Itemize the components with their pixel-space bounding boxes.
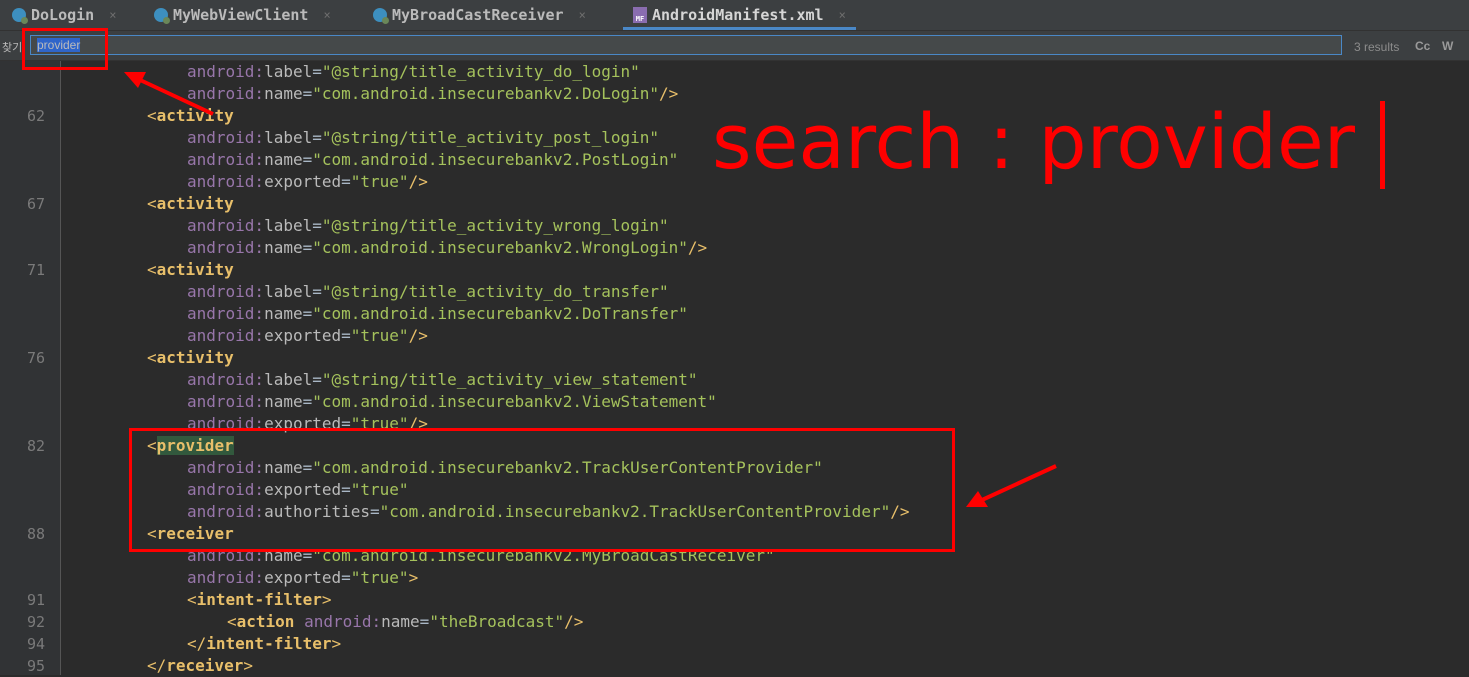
code-line: <activity xyxy=(147,260,234,279)
line-number: 88 xyxy=(26,525,45,543)
manifest-icon: MF xyxy=(633,7,647,23)
code-line: android:name="com.android.insecurebankv2… xyxy=(187,84,679,103)
line-number-gutter: 62 67 71 76 82 88 91 92 94 95 xyxy=(0,61,61,675)
editor-tab-bar: DoLogin × MyWebViewClient × MyBroadCastR… xyxy=(0,0,1469,31)
tab-label: MyBroadCastReceiver xyxy=(392,6,564,24)
code-line: android:exported="true"> xyxy=(187,568,419,587)
tab-label: MyWebViewClient xyxy=(173,6,309,24)
close-icon[interactable]: × xyxy=(839,8,846,22)
code-line: android:name="com.android.insecurebankv2… xyxy=(187,150,679,169)
tab-mywebviewclient[interactable]: MyWebViewClient × xyxy=(154,0,331,30)
code-line: android:label="@string/title_activity_do… xyxy=(187,62,640,81)
annotation-provider-box xyxy=(129,428,955,552)
line-number: 82 xyxy=(26,437,45,455)
find-bar: 찾기: 3 results Cc W xyxy=(0,31,1469,61)
annotation-text-cursor xyxy=(1380,101,1385,189)
tab-label: DoLogin xyxy=(31,6,95,24)
tab-mybroadcastreceiver[interactable]: MyBroadCastReceiver × xyxy=(373,0,586,30)
code-line: android:name="com.android.insecurebankv2… xyxy=(187,304,688,323)
line-number: 71 xyxy=(26,261,45,279)
tab-label: AndroidManifest.xml xyxy=(652,6,824,24)
code-line: android:name="com.android.insecurebankv2… xyxy=(187,238,708,257)
line-number: 92 xyxy=(26,613,45,631)
line-number: 95 xyxy=(26,657,45,675)
code-line: android:label="@string/title_activity_po… xyxy=(187,128,660,147)
line-number: 67 xyxy=(26,195,45,213)
code-line: android:label="@string/title_activity_do… xyxy=(187,282,669,301)
class-icon xyxy=(154,8,170,24)
code-line: android:exported="true"/> xyxy=(187,172,428,191)
code-line: <action android:name="theBroadcast"/> xyxy=(227,612,584,631)
close-icon[interactable]: × xyxy=(579,8,586,22)
line-number: 62 xyxy=(26,107,45,125)
annotation-search-box xyxy=(22,28,108,70)
search-results-count: 3 results xyxy=(1354,40,1400,54)
line-number: 91 xyxy=(26,591,45,609)
match-case-toggle[interactable]: Cc xyxy=(1415,39,1430,53)
tab-dologin[interactable]: DoLogin × xyxy=(12,0,116,30)
class-icon xyxy=(12,8,28,24)
code-line: <activity xyxy=(147,106,234,125)
code-line: </intent-filter> xyxy=(187,634,342,653)
code-line: <intent-filter> xyxy=(187,590,332,609)
code-line: <activity xyxy=(147,348,234,367)
class-icon xyxy=(373,8,389,24)
code-line: <activity xyxy=(147,194,234,213)
code-line: android:exported="true"/> xyxy=(187,326,428,345)
close-icon[interactable]: × xyxy=(109,8,116,22)
search-input[interactable] xyxy=(30,35,1342,55)
close-icon[interactable]: × xyxy=(323,8,330,22)
annotation-search-text: search : provider xyxy=(712,97,1356,186)
line-number: 94 xyxy=(26,635,45,653)
code-line: android:label="@string/title_activity_vi… xyxy=(187,370,698,389)
code-line: android:name="com.android.insecurebankv2… xyxy=(187,392,717,411)
code-line: </receiver> xyxy=(147,656,253,675)
line-number: 76 xyxy=(26,349,45,367)
whole-words-toggle[interactable]: W xyxy=(1442,39,1453,53)
tab-androidmanifest[interactable]: MF AndroidManifest.xml × xyxy=(623,0,856,30)
code-line: android:label="@string/title_activity_wr… xyxy=(187,216,669,235)
